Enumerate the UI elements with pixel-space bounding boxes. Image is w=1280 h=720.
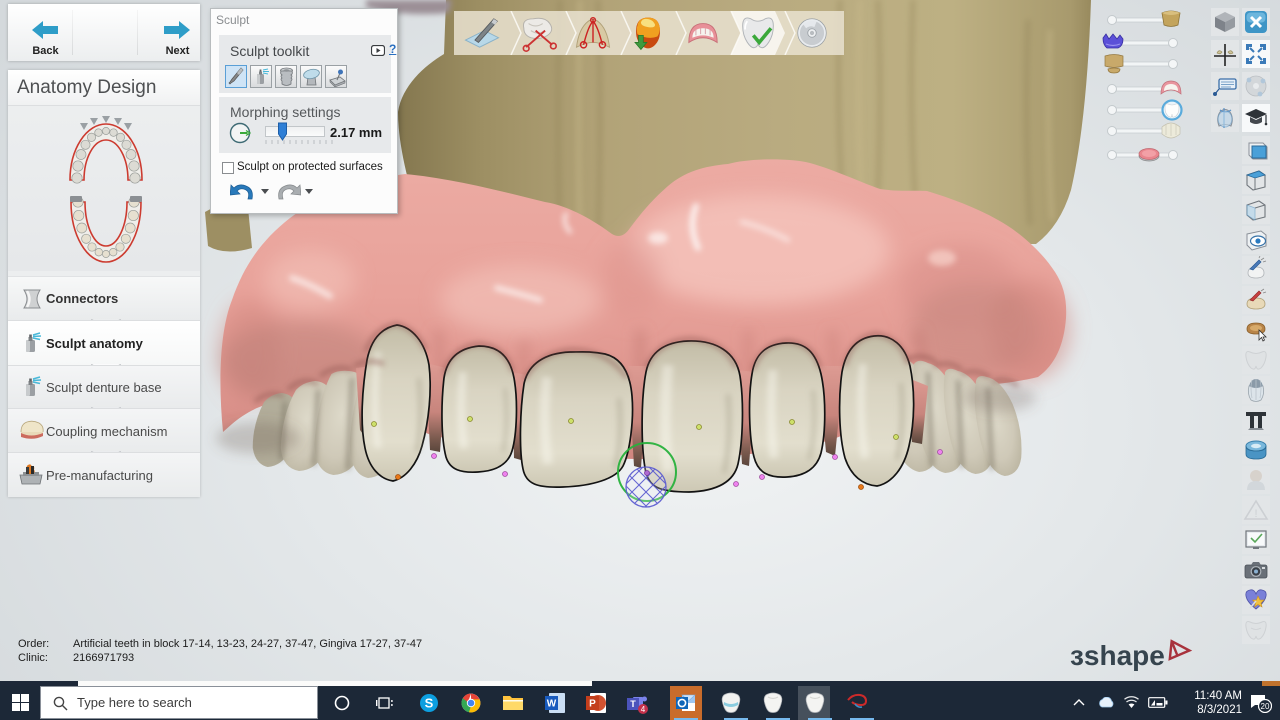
- svg-text:W: W: [547, 699, 557, 710]
- svg-text:T: T: [630, 699, 636, 709]
- svg-text:20: 20: [1261, 702, 1270, 711]
- svg-text:S: S: [425, 696, 434, 711]
- svg-text:P: P: [589, 699, 596, 710]
- svg-text:4: 4: [641, 705, 646, 714]
- svg-text:!: !: [1254, 508, 1257, 520]
